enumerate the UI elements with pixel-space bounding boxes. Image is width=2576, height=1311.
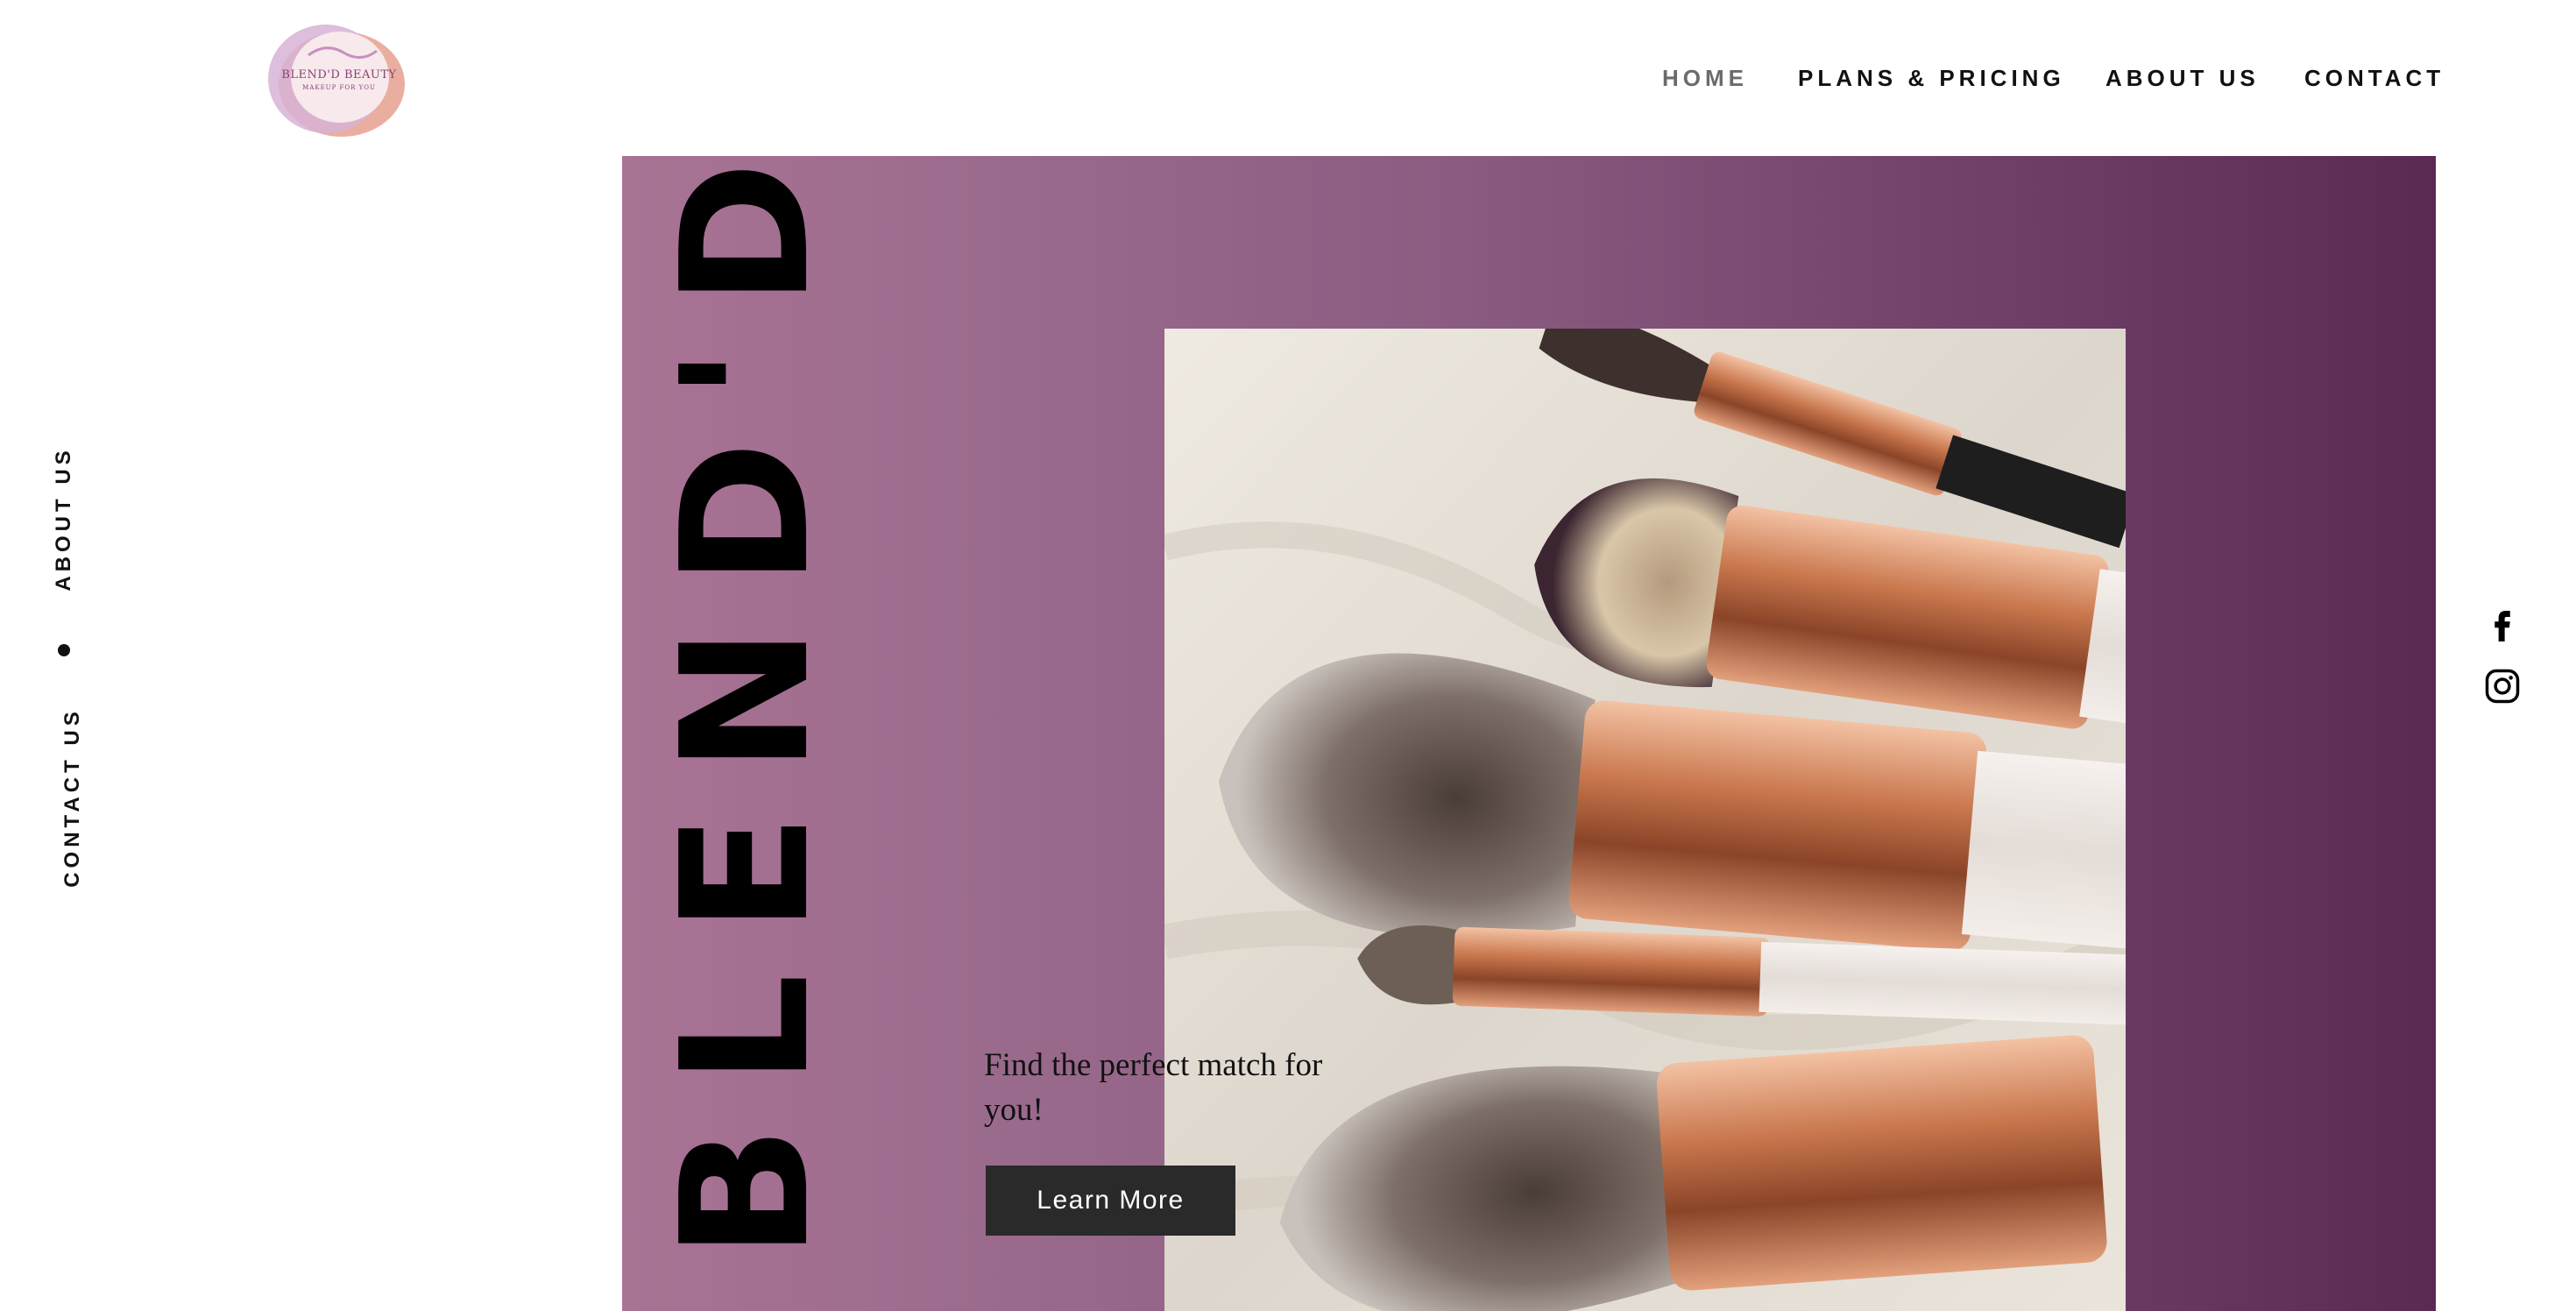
instagram-icon[interactable]	[2484, 668, 2521, 705]
nav-home[interactable]: HOME	[1662, 65, 1748, 92]
nav-plans-pricing[interactable]: PLANS & PRICING	[1798, 65, 2065, 92]
hero-tagline: Find the perfect match for you!	[984, 1047, 1323, 1128]
side-nav-separator-dot	[58, 644, 70, 656]
logo-title: BLEND'D BEAUTY	[281, 68, 397, 81]
site-logo[interactable]: BLEND'D BEAUTY MAKEUP FOR YOU	[265, 16, 414, 143]
side-nav-about-us[interactable]: ABOUT US	[52, 446, 76, 591]
learn-more-button[interactable]: Learn More	[986, 1166, 1235, 1236]
hero-title: BLEND'D	[644, 120, 848, 1259]
makeup-brushes-photo	[1164, 329, 2126, 1311]
nav-about-us[interactable]: ABOUT US	[2105, 65, 2260, 92]
facebook-icon[interactable]	[2484, 605, 2521, 641]
logo-subtitle: MAKEUP FOR YOU	[302, 84, 376, 91]
side-nav-contact-us[interactable]: CONTACT US	[60, 707, 85, 888]
nav-contact[interactable]: CONTACT	[2304, 65, 2445, 92]
